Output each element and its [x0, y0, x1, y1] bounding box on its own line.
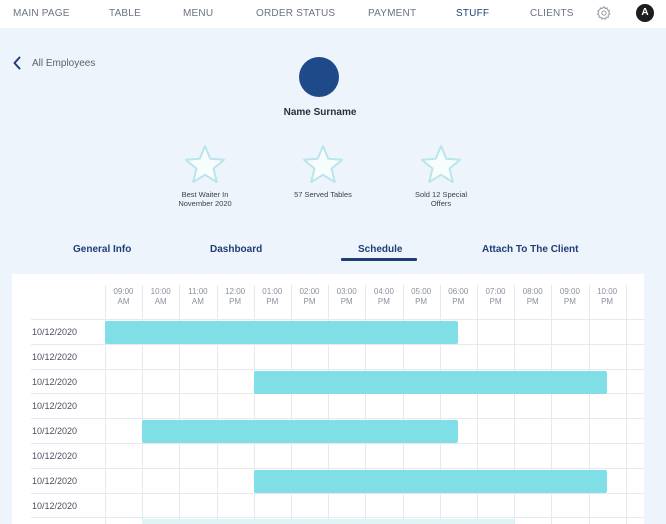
- schedule-date: 10/12/2020: [32, 376, 78, 387]
- time-column-header: 07:00 PM: [485, 287, 506, 306]
- time-column-header: 12:00 PM: [225, 287, 246, 306]
- shift-bar[interactable]: [253, 469, 608, 493]
- time-column-header: 06:00 PM: [448, 287, 469, 306]
- user-avatar[interactable]: A: [636, 4, 654, 22]
- star-icon: [303, 145, 343, 183]
- achievement-label: Sold 12 Special: [414, 190, 468, 199]
- employee-avatar: [299, 57, 339, 97]
- shift-bar[interactable]: [142, 420, 459, 444]
- time-column-header: 09:00 AM: [113, 287, 134, 306]
- nav-item-table[interactable]: TABLE: [109, 8, 141, 19]
- schedule-date: 10/12/2020: [32, 451, 78, 461]
- active-tab-indicator: [341, 258, 417, 261]
- time-column-header: 04:00 PM: [373, 287, 394, 306]
- schedule-date: 10/12/2020: [32, 327, 78, 337]
- achievement-best-waiter: Best Waiter In November 2020: [160, 143, 250, 208]
- achievement-label: 57 Served Tables: [294, 190, 352, 199]
- schedule-grid: 09:00 AM 10:00 AM 11:00 AM 12:00 PM 01:00 PM 02:00…: [12, 274, 644, 524]
- tab-schedule[interactable]: Schedule: [358, 244, 402, 255]
- grid-row-line: [31, 368, 644, 370]
- grid-row-line: [31, 443, 644, 444]
- time-column-header: 02:00 PM: [299, 287, 320, 306]
- star-icon: [421, 145, 461, 183]
- grid-row-line: [31, 467, 644, 469]
- schedule-date: 10/12/2020: [32, 475, 78, 486]
- shift-bar-partial: [142, 519, 515, 524]
- time-column-header: 01:00 PM: [262, 287, 283, 306]
- time-column-header: 05:00 PM: [411, 287, 432, 306]
- nav-item-order-status[interactable]: ORDER STATUS: [256, 8, 335, 19]
- achievement-special-offers: Sold 12 Special Offers: [396, 143, 486, 208]
- back-label: All Employees: [32, 57, 96, 69]
- top-nav: MAIN PAGE TABLE MENU ORDER STATUS PAYMEN…: [0, 0, 666, 28]
- schedule-date: 10/12/2020: [32, 500, 78, 511]
- time-column-header: 10:00 PM: [597, 287, 618, 306]
- tab-general-info[interactable]: General Info: [73, 244, 131, 255]
- achievement-served-tables: 57 Served Tables: [278, 143, 368, 199]
- grid-row-line: [31, 319, 644, 320]
- back-link[interactable]: All Employees: [12, 56, 95, 70]
- grid-row-line: [31, 517, 644, 519]
- achievement-label: November 2020: [178, 199, 232, 208]
- shift-bar[interactable]: [105, 321, 459, 344]
- time-column-header: 03:00 PM: [336, 287, 357, 306]
- schedule-date: 10/12/2020: [32, 351, 78, 362]
- nav-item-stuff[interactable]: STUFF: [456, 8, 489, 19]
- employee-name: Name Surname: [283, 107, 357, 118]
- tab-dashboard[interactable]: Dashboard: [210, 244, 262, 255]
- nav-item-main-page[interactable]: MAIN PAGE: [13, 8, 70, 19]
- schedule-date: 10/12/2020: [32, 401, 78, 412]
- time-column-header: 08:00 PM: [522, 287, 543, 306]
- nav-item-clients[interactable]: CLIENTS: [530, 8, 574, 19]
- schedule-date: 10/12/2020: [32, 426, 78, 437]
- time-column-header: 10:00 AM: [150, 287, 171, 306]
- tab-attach-to-client[interactable]: Attach To The Client: [482, 244, 578, 255]
- achievement-label: Best Waiter In: [181, 190, 229, 199]
- shift-bar[interactable]: [253, 370, 608, 394]
- star-icon: [185, 145, 225, 183]
- grid-row-line: [31, 418, 644, 420]
- nav-item-menu[interactable]: MENU: [183, 8, 213, 19]
- time-column-header: 09:00 PM: [559, 287, 580, 306]
- achievement-label: Offers: [430, 199, 452, 208]
- nav-item-payment[interactable]: PAYMENT: [368, 8, 416, 19]
- chevron-left-icon: [13, 56, 21, 70]
- grid-column-line: [625, 285, 627, 524]
- time-column-header: 11:00 AM: [188, 287, 208, 306]
- gear-icon[interactable]: [596, 5, 612, 21]
